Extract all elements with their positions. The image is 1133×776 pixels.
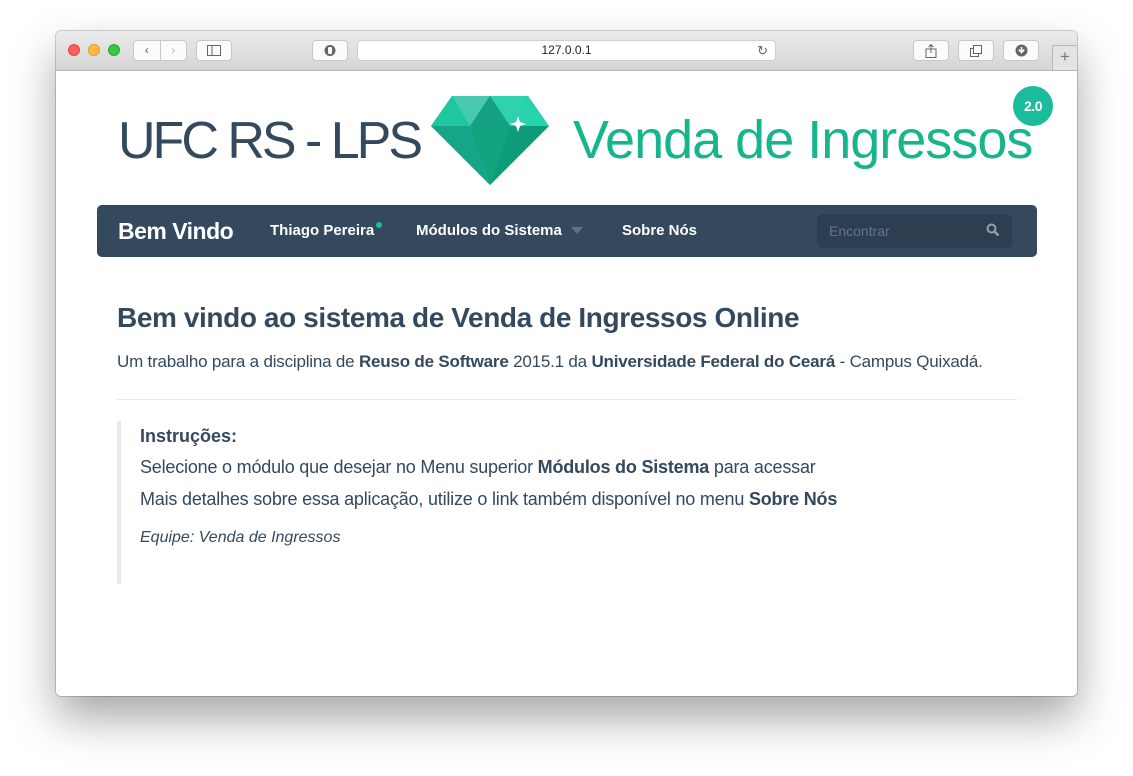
lead-course: Reuso de Software [358,352,509,371]
nav-about[interactable]: Sobre Nós [622,222,697,239]
page-content: UFC RS - LPS Venda de Ingressos 2.0 Bem … [56,71,1077,696]
back-button[interactable]: ‹ [134,41,160,60]
search-input[interactable] [817,214,1001,248]
download-icon [1015,44,1027,57]
tabs-icon [969,44,982,57]
zoom-window-button[interactable] [108,44,120,56]
navbar-brand[interactable]: Bem Vindo [118,218,234,245]
logo-right-text: Venda de Ingressos [573,110,1033,170]
share-icon [925,43,937,58]
lead-text-1: Um trabalho para a disciplina de [117,352,359,371]
nav-user[interactable]: Thiago Pereira [270,222,383,239]
logo-left-label: UFC RS - LPS [118,112,423,170]
shield-icon [324,45,336,56]
main-navbar: Bem Vindo Thiago Pereira Módulos do Sist… [97,205,1037,257]
share-button[interactable] [913,40,949,61]
page-title: Bem vindo ao sistema de Venda de Ingress… [117,302,800,333]
lead-text-3: - Campus Quixadá. [835,352,983,371]
reload-icon[interactable]: ↻ [757,41,768,60]
history-nav: ‹ › [133,40,187,61]
instructions-title: Instruções: [140,426,238,446]
instructions-about-ref: Sobre Nós [748,489,838,509]
instructions-line-2-text: Mais detalhes sobre essa aplicação, util… [140,489,749,509]
nav-modules-dropdown[interactable]: Módulos do Sistema [416,222,583,239]
version-badge: 2.0 [1013,86,1053,126]
sidebar-toggle-button[interactable] [196,40,232,61]
instructions-blockquote: Instruções: Selecione o módulo que desej… [117,421,997,584]
nav-modules-label: Módulos do Sistema [416,222,562,239]
downloads-button[interactable] [1003,40,1039,61]
sidebar-icon [207,45,221,56]
url-text: 127.0.0.1 [541,43,592,57]
caret-down-icon [570,227,583,234]
divider [117,399,1017,400]
page-lead: Um trabalho para a disciplina de Reuso d… [117,352,1037,372]
instructions-line-1-text: Selecione o módulo que desejar no Menu s… [140,457,538,477]
navbar-search [817,214,1012,248]
address-bar[interactable]: 127.0.0.1 ↻ [357,40,776,61]
nav-user-label: Thiago Pereira [270,222,375,239]
instructions-line-2: Mais detalhes sobre essa aplicação, util… [140,489,837,510]
forward-button[interactable]: › [159,41,187,60]
new-tab-button[interactable]: + [1052,45,1077,70]
online-status-icon [376,222,383,228]
lead-university: Universidade Federal do Ceará [591,352,836,371]
instructions-line-1-end: para acessar [709,457,816,477]
diamond-logo-icon [431,96,549,185]
instructions-line-1: Selecione o módulo que desejar no Menu s… [140,457,816,478]
minimize-window-button[interactable] [88,44,100,56]
privacy-button[interactable] [312,40,348,61]
close-window-button[interactable] [68,44,80,56]
browser-toolbar: ‹ › 127.0.0.1 ↻ + [56,31,1077,71]
lead-text-2: 2015.1 da [508,352,592,371]
browser-window: ‹ › 127.0.0.1 ↻ + UFC RS - LPS Venda de … [56,31,1077,696]
search-icon[interactable] [986,223,1000,237]
show-tabs-button[interactable] [958,40,994,61]
instructions-modules-ref: Módulos do Sistema [537,457,710,477]
instructions-signature: Equipe: Venda de Ingressos [140,529,341,546]
logo-left-text: UFC RS - LPS [118,111,423,171]
